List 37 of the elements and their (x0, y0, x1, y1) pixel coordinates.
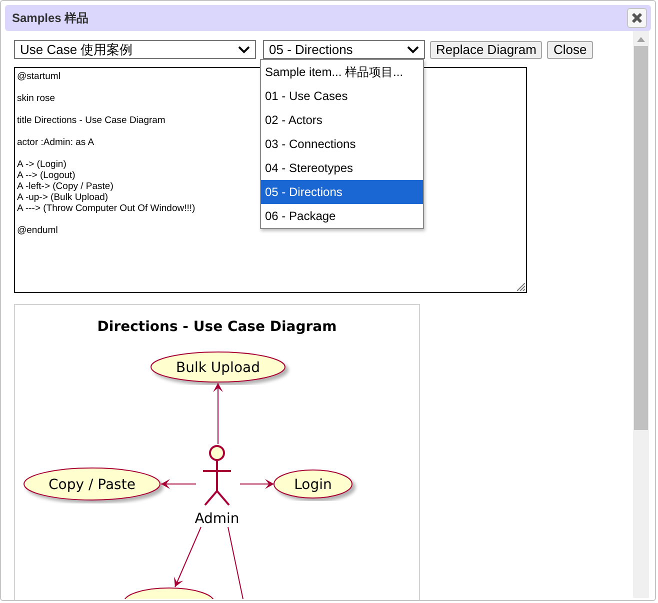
code-line: skin rose (17, 93, 56, 104)
actor-figure (202, 445, 232, 506)
diagram-title: Directions - Use Case Diagram (97, 319, 337, 335)
code-line: @startuml (17, 71, 60, 82)
dropdown-option[interactable]: 04 - Stereotypes (261, 156, 423, 180)
category-select[interactable]: Use Case 使用案例 (14, 40, 256, 59)
close-icon[interactable] (627, 8, 647, 28)
code-line: title Directions - Use Case Diagram (17, 115, 166, 126)
replace-diagram-button[interactable]: Replace Diagram (430, 40, 542, 58)
use-case-ellipse: Bulk Upload (150, 352, 286, 382)
code-line: A --> (Logout) (17, 170, 76, 181)
connector-arrow (213, 382, 223, 444)
dropdown-option[interactable]: 01 - Use Cases (261, 84, 423, 108)
chevron-down-icon[interactable] (407, 46, 419, 54)
code-line: actor :Admin: as A (17, 137, 94, 148)
actor-label: Admin (194, 511, 240, 527)
resize-grip-icon[interactable] (517, 283, 525, 291)
use-case-ellipse: Copy / Paste (24, 468, 160, 500)
code-line: A ---> (Throw Computer Out Of Window!!!) (17, 203, 196, 214)
connector-arrow (240, 479, 274, 489)
dropdown-option[interactable]: 05 - Directions (261, 180, 423, 204)
code-line: A -left-> (Copy / Paste) (17, 181, 114, 192)
connector-arrow (160, 479, 196, 489)
scroll-thumb[interactable] (634, 46, 648, 430)
dropdown-option[interactable]: 06 - Package (261, 204, 423, 228)
sample-select[interactable]: 05 - Directions (263, 40, 425, 59)
code-line: @enduml (17, 225, 58, 236)
scrollbar[interactable] (633, 31, 649, 598)
code-line: A -up-> (Bulk Upload) (17, 192, 108, 203)
close-button[interactable]: Close (547, 40, 593, 58)
dropdown-option[interactable]: 03 - Connections (261, 132, 423, 156)
use-case-ellipse: Login (274, 470, 352, 498)
code-line: A -> (Login) (17, 159, 66, 170)
dropdown-option[interactable]: 02 - Actors (261, 108, 423, 132)
window-title: Samples 样品 (12, 10, 89, 26)
connector-arrow (174, 526, 202, 588)
chevron-down-icon[interactable] (238, 46, 250, 54)
